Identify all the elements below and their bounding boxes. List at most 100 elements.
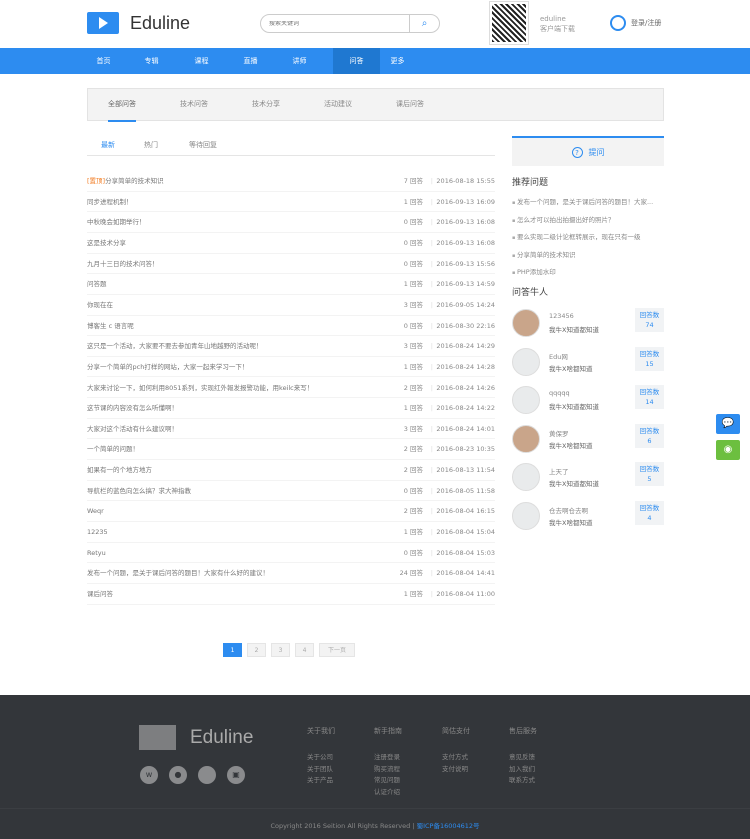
recommend-item[interactable]: 要么实现二级计论框转展示，现在只有一级 <box>512 231 641 241</box>
question-title[interactable]: Weqr <box>87 501 104 521</box>
question-row[interactable]: 12235 1 回答 | 2016-08-04 15:04 <box>87 522 495 543</box>
logo[interactable]: Eduline <box>87 12 190 34</box>
avatar[interactable] <box>512 347 540 376</box>
question-row[interactable]: 博客生 c 语言呢 0 回答 | 2016-08-30 22:16 <box>87 316 495 337</box>
recommend-item[interactable]: 发布一个问题，是关于课后问答的题目！大家... <box>512 196 653 206</box>
question-row[interactable]: 这节课的内容没有怎么听懂啊！ 1 回答 | 2016-08-24 14:22 <box>87 398 495 419</box>
nav-item[interactable]: 直播 <box>229 48 272 74</box>
page-button[interactable]: 2 <box>247 643 266 657</box>
page-button[interactable]: 1 <box>223 643 242 657</box>
expert-item[interactable]: Edu网 我牛X啥都知道 回答数 15 <box>512 345 664 379</box>
question-title[interactable]: 这是技术分享 <box>87 233 126 253</box>
category-tab[interactable]: 课后问答 <box>396 89 424 120</box>
question-title[interactable]: 中秋晚会如期举行！ <box>87 212 146 232</box>
question-row[interactable]: Retyu 0 回答 | 2016-08-04 15:03 <box>87 543 495 564</box>
question-row[interactable]: 大家来讨论一下，如何利用8051系列，实现红外報发报警功能，用keilc来写！ 2… <box>87 378 495 399</box>
expert-name[interactable]: Edu网 <box>549 351 568 361</box>
footer-link[interactable]: 购买流程 <box>374 763 400 773</box>
app-download[interactable]: eduline 客户端下载 <box>540 14 575 34</box>
avatar[interactable] <box>512 424 540 453</box>
footer-link[interactable]: 常见问题 <box>374 774 400 784</box>
sort-tab[interactable]: 等待回复 <box>189 140 217 150</box>
expert-name[interactable]: 上天了 <box>549 466 569 476</box>
wechat-button[interactable]: ◉ <box>716 440 740 460</box>
next-page-button[interactable]: 下一页 <box>319 643 355 657</box>
question-title[interactable]: 如果有一的个地方地方 <box>87 460 152 480</box>
footer-link[interactable]: 关于产品 <box>307 774 333 784</box>
category-tab[interactable]: 全部问答 <box>108 89 136 122</box>
footer-link[interactable]: 关于团队 <box>307 763 333 773</box>
question-title[interactable]: 12235 <box>87 522 108 542</box>
search-input[interactable] <box>269 20 409 27</box>
question-row[interactable]: 你现在在 3 回答 | 2016-09-05 14:24 <box>87 295 495 316</box>
question-title[interactable]: 导航栏的蓝色向怎么搞？求大神指教 <box>87 481 191 501</box>
question-row[interactable]: 中秋晚会如期举行！ 0 回答 | 2016-09-13 16:08 <box>87 212 495 233</box>
category-tab[interactable]: 活动建议 <box>324 89 352 120</box>
expert-item[interactable]: qqqqq 我牛X知道都知道 回答数 14 <box>512 383 664 417</box>
avatar[interactable] <box>512 463 540 491</box>
icp-link[interactable]: 蜀ICP备16004612号 <box>417 822 480 830</box>
nav-item[interactable]: 专辑 <box>130 48 173 74</box>
question-row[interactable]: 课后问答 1 回答 | 2016-08-04 11:00 <box>87 584 495 605</box>
ask-button[interactable]: ? 提问 <box>512 136 664 166</box>
footer-link[interactable]: 认证介绍 <box>374 786 400 796</box>
wechat-icon[interactable]: ● <box>169 766 187 784</box>
expert-item[interactable]: 黄保罗 我牛X啥都知道 回答数 6 <box>512 422 664 456</box>
question-title[interactable]: [置顶]分享简单的技术知识 <box>87 171 164 191</box>
question-title[interactable]: Retyu <box>87 543 106 563</box>
expert-name[interactable]: 黄保罗 <box>549 428 569 438</box>
page-button[interactable]: 4 <box>295 643 314 657</box>
recommend-item[interactable]: 分享简单的技术知识 <box>512 249 576 259</box>
footer-link[interactable]: 联系方式 <box>509 774 535 784</box>
page-button[interactable]: 3 <box>271 643 290 657</box>
question-row[interactable]: 一个简单的问题！ 2 回答 | 2016-08-23 10:35 <box>87 439 495 461</box>
expert-name[interactable]: 123456 <box>549 312 574 320</box>
question-row[interactable]: Weqr 2 回答 | 2016-08-04 16:15 <box>87 501 495 523</box>
question-title[interactable]: 这节课的内容没有怎么听懂啊！ <box>87 398 178 418</box>
avatar[interactable] <box>512 501 540 530</box>
nav-item[interactable]: 课程 <box>180 48 223 74</box>
nav-item[interactable]: 问答 <box>333 48 380 74</box>
question-row[interactable]: [置顶]分享简单的技术知识 7 回答 | 2016-08-18 15:55 <box>87 171 495 192</box>
sort-tab[interactable]: 热门 <box>144 140 158 150</box>
question-title[interactable]: 你现在在 <box>87 295 113 315</box>
question-title[interactable]: 大家对这个活动有什么建议啊！ <box>87 419 178 439</box>
android-icon[interactable]: ▣ <box>227 766 245 784</box>
category-tab[interactable]: 技术问答 <box>180 89 208 120</box>
register-link[interactable]: 注册 <box>647 18 661 28</box>
question-title[interactable]: 这只是一个活动，大家要不要去参加青年山地越野的活动呢！ <box>87 336 263 356</box>
recommend-item[interactable]: PHP添加水印 <box>512 266 556 276</box>
question-row[interactable]: 九月十三日的技术问答！ 0 回答 | 2016-09-13 15:56 <box>87 254 495 275</box>
expert-item[interactable]: 123456 我牛X知道都知道 回答数 74 <box>512 306 664 340</box>
weibo-icon[interactable]: w <box>140 766 158 784</box>
question-title[interactable]: 一个简单的问题！ <box>87 439 139 459</box>
footer-link[interactable]: 加入我们 <box>509 763 535 773</box>
question-row[interactable]: 分享一个简单的pch打样的网站，大家一起来学习一下！ 1 回答 | 2016-08-2… <box>87 357 495 378</box>
avatar[interactable] <box>512 386 540 414</box>
expert-name[interactable]: qqqqq <box>549 389 570 397</box>
footer-link[interactable]: 意见反馈 <box>509 751 535 761</box>
question-row[interactable]: 如果有一的个地方地方 2 回答 | 2016-08-13 11:54 <box>87 460 495 481</box>
question-title[interactable]: 课后问答 <box>87 584 113 604</box>
question-row[interactable]: 这是技术分享 0 回答 | 2016-09-13 16:08 <box>87 233 495 254</box>
search-button[interactable]: ⌕ <box>409 15 439 32</box>
question-row[interactable]: 这只是一个活动，大家要不要去参加青年山地越野的活动呢！ 3 回答 | 2016-08-… <box>87 336 495 357</box>
question-row[interactable]: 发布一个问题，是关于课后问答的题目！大家有什么好的建议！ 24 回答 | 2016-0… <box>87 563 495 584</box>
question-title[interactable]: 大家来讨论一下，如何利用8051系列，实现红外報发报警功能，用keilc来写！ <box>87 378 313 398</box>
question-title[interactable]: 问答题 <box>87 274 107 294</box>
expert-item[interactable]: 上天了 我牛X知道都知道 回答数 5 <box>512 460 664 494</box>
question-title[interactable]: 博客生 c 语言呢 <box>87 316 134 336</box>
question-row[interactable]: 大家对这个活动有什么建议啊！ 3 回答 | 2016-08-24 14:01 <box>87 419 495 440</box>
question-title[interactable]: 同步进程机制！ <box>87 192 133 212</box>
question-title[interactable]: 分享一个简单的pch打样的网站，大家一起来学习一下！ <box>87 357 248 377</box>
question-title[interactable]: 发布一个问题，是关于课后问答的题目！大家有什么好的建议！ <box>87 563 269 583</box>
login-link[interactable]: 登录 <box>631 18 645 28</box>
avatar[interactable] <box>512 309 540 337</box>
question-title[interactable]: 九月十三日的技术问答！ <box>87 254 159 274</box>
question-row[interactable]: 同步进程机制！ 1 回答 | 2016-09-13 16:09 <box>87 192 495 213</box>
recommend-item[interactable]: 怎么才可以拍出拍摄出好的照片？ <box>512 214 615 224</box>
expert-item[interactable]: 仓去啊仓去啊 我牛X啥都知道 回答数 4 <box>512 499 664 533</box>
footer-link[interactable]: 关于公司 <box>307 751 333 761</box>
question-row[interactable]: 问答题 1 回答 | 2016-09-13 14:59 <box>87 274 495 295</box>
expert-name[interactable]: 仓去啊仓去啊 <box>549 505 588 515</box>
